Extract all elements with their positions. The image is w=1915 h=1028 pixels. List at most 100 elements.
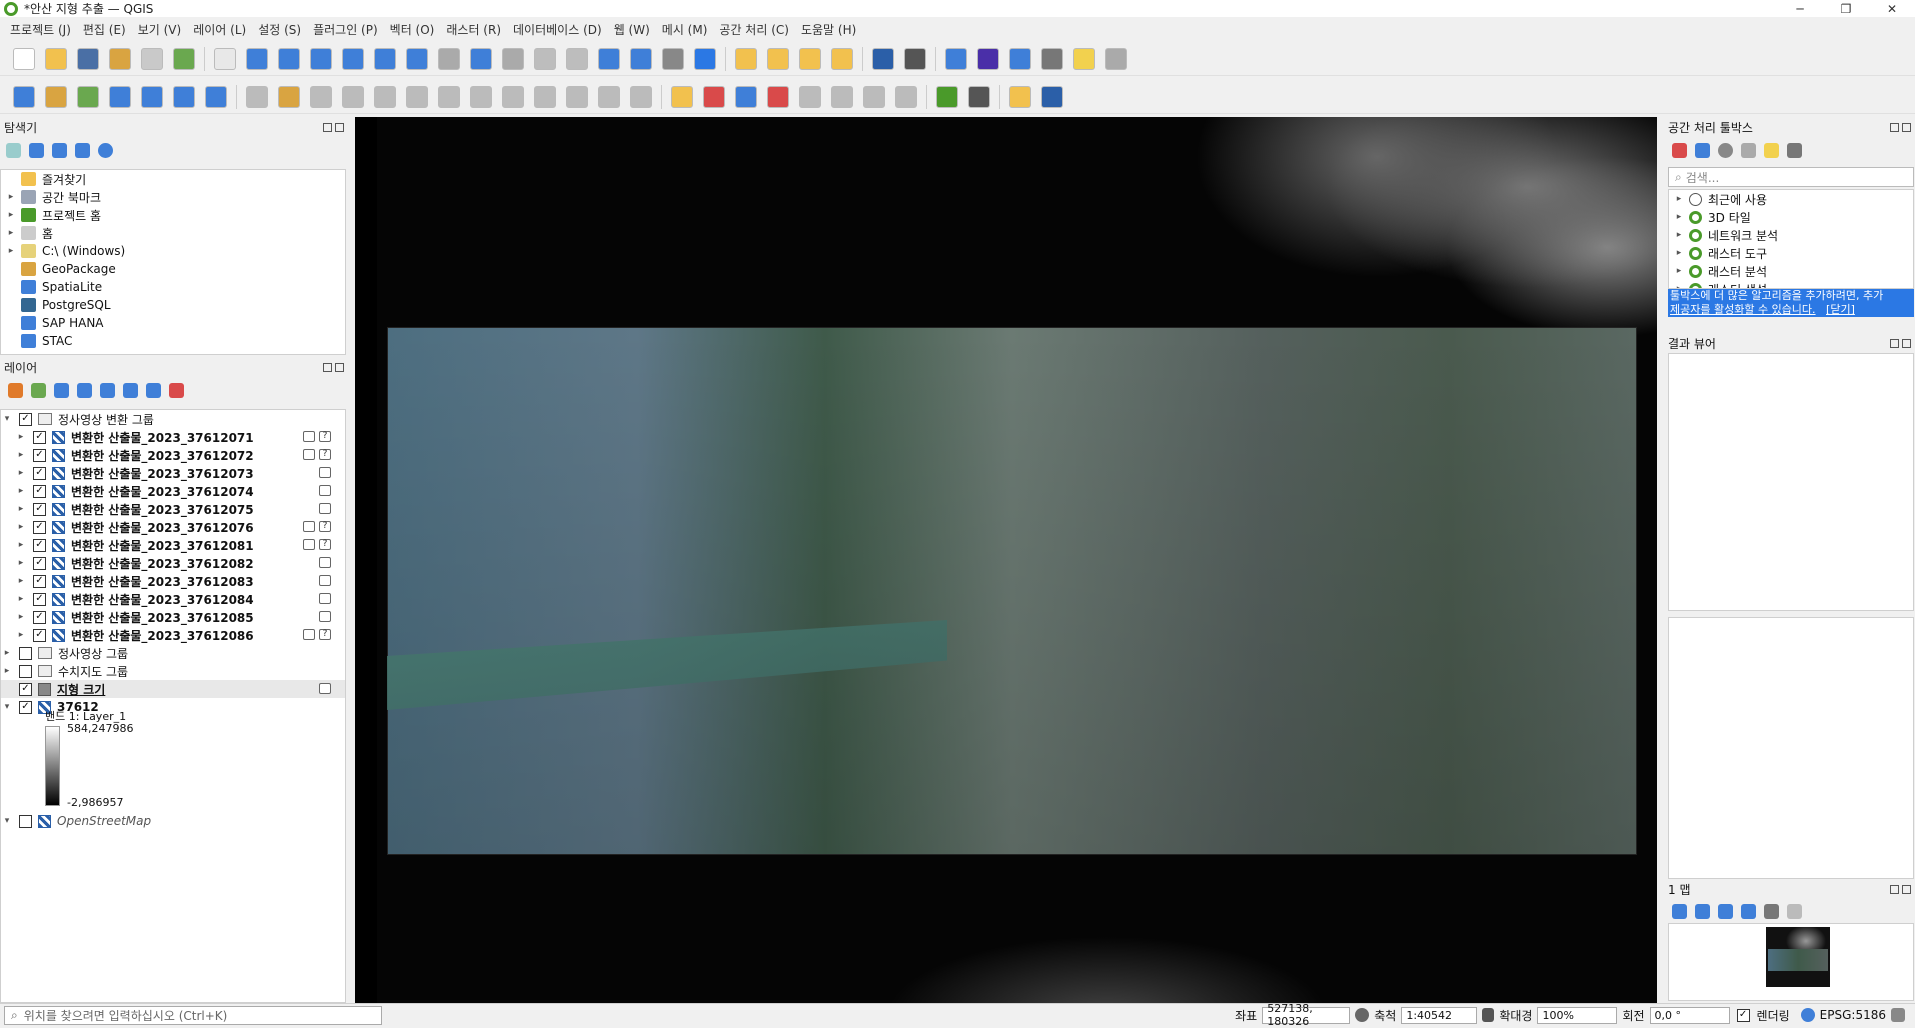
collapse-arrow-icon[interactable]: ▾ xyxy=(1,414,13,424)
toggle-edit-icon[interactable] xyxy=(278,85,300,108)
layers-tree[interactable]: ▾ ✓ 정사영상 변환 그룹 ▸ ✓ 변환한 산출물_2023_37612071? ▸… xyxy=(0,409,346,1003)
group-visibility-checkbox[interactable] xyxy=(19,646,32,660)
identify-icon[interactable] xyxy=(872,47,894,70)
redo-icon[interactable] xyxy=(630,85,652,108)
select-feature-icon[interactable] xyxy=(735,47,757,70)
zoom-full-icon[interactable] xyxy=(342,47,364,70)
panel-float-button[interactable] xyxy=(1890,338,1899,348)
zoom-layer-icon[interactable] xyxy=(406,47,428,70)
copy-icon[interactable] xyxy=(534,85,556,108)
locate-icon[interactable] xyxy=(1105,47,1127,70)
new-project-icon[interactable] xyxy=(13,47,35,70)
layer-item[interactable]: ▸ ✓ 변환한 산출물_2023_37612081? xyxy=(1,536,345,554)
layer-styling-icon[interactable] xyxy=(8,382,23,398)
layer-group-numeric-map[interactable]: ▸ 수치지도 그룹 xyxy=(1,662,345,680)
results-viewer-list[interactable] xyxy=(1668,353,1914,611)
expand-arrow-icon[interactable]: ▸ xyxy=(15,432,27,442)
unknown-crs-indicator-icon[interactable]: ? xyxy=(319,539,331,550)
render-checkbox[interactable]: ✓ xyxy=(1736,1008,1750,1022)
history-icon[interactable] xyxy=(1718,142,1733,158)
label-icon[interactable] xyxy=(671,85,693,108)
browser-item[interactable]: SpatiaLite xyxy=(1,278,345,296)
bookmark-new-icon[interactable] xyxy=(598,47,620,70)
save-edits-icon[interactable] xyxy=(310,85,332,108)
python-scripts-icon[interactable] xyxy=(1695,142,1710,158)
layer-item[interactable]: ▸ ✓ 변환한 산출물_2023_37612084 xyxy=(1,590,345,608)
zoom-next-icon[interactable] xyxy=(502,47,524,70)
crs-button[interactable]: EPSG:5186 xyxy=(1820,1008,1886,1022)
group-visibility-checkbox[interactable]: ✓ xyxy=(19,412,32,426)
expand-arrow-icon[interactable]: ▸ xyxy=(1,648,13,658)
cut-icon[interactable] xyxy=(502,85,524,108)
unknown-crs-indicator-icon[interactable]: ? xyxy=(319,629,331,640)
maximize-button[interactable]: ❐ xyxy=(1823,2,1869,16)
browser-item[interactable]: ▸ C:\ (Windows) xyxy=(1,242,345,260)
group-visibility-checkbox[interactable] xyxy=(19,664,32,678)
table-icon[interactable] xyxy=(1009,47,1031,70)
modify-attributes-icon[interactable] xyxy=(438,85,460,108)
label-pin-icon[interactable] xyxy=(735,85,757,108)
new-temp-layer-icon[interactable] xyxy=(141,85,163,108)
close-button[interactable]: ✕ xyxy=(1869,2,1915,16)
info-icon[interactable] xyxy=(98,142,113,158)
browser-tree[interactable]: 즐겨찾기 ▸ 공간 북마크 ▸ 프로젝트 홈 ▸ 홈 ▸ C:\ (Windows) GeoPac… xyxy=(0,169,346,355)
zoom-selection-icon[interactable] xyxy=(1695,903,1710,919)
expand-arrow-icon[interactable]: ▸ xyxy=(15,594,27,604)
expand-arrow-icon[interactable]: ▸ xyxy=(15,612,27,622)
menu-item[interactable]: 공간 처리 (C) xyxy=(719,21,789,38)
menu-item[interactable]: 도움말 (H) xyxy=(801,21,856,38)
new-map-view-icon[interactable] xyxy=(534,47,556,70)
algorithm-group[interactable]: ▸ 최근에 사용 xyxy=(1669,190,1913,208)
delete-icon[interactable] xyxy=(470,85,492,108)
unknown-crs-indicator-icon[interactable]: ? xyxy=(319,521,331,532)
expand-all-icon[interactable] xyxy=(123,382,138,398)
add-vector-icon[interactable] xyxy=(205,85,227,108)
models-icon[interactable] xyxy=(1672,142,1687,158)
algorithm-group[interactable]: ▸ 래스터 분석 xyxy=(1669,262,1913,280)
panel-float-button[interactable] xyxy=(323,362,332,372)
expand-arrow-icon[interactable]: ▸ xyxy=(1,192,21,202)
algorithm-group[interactable]: ▸ 래스터 도구 xyxy=(1669,244,1913,262)
layer-item[interactable]: ▸ ✓ 변환한 산출물_2023_37612074 xyxy=(1,482,345,500)
add-feature-icon[interactable] xyxy=(342,85,364,108)
embedded-indicator-icon[interactable] xyxy=(319,467,331,478)
layer-visibility-checkbox[interactable]: ✓ xyxy=(19,700,32,714)
panel-close-button[interactable] xyxy=(1902,122,1911,132)
gdal-icon[interactable] xyxy=(936,85,958,108)
lock-scale-icon[interactable] xyxy=(1482,1008,1495,1022)
menu-item[interactable]: 레이어 (L) xyxy=(193,21,246,38)
grass-icon[interactable] xyxy=(968,85,990,108)
minimize-button[interactable]: ─ xyxy=(1777,2,1823,16)
expand-arrow-icon[interactable]: ▸ xyxy=(15,486,27,496)
collapse-all-icon[interactable] xyxy=(75,142,90,158)
map-theme-icon[interactable] xyxy=(1787,903,1802,919)
layer-group-ortho[interactable]: ▸ 정사영상 그룹 xyxy=(1,644,345,662)
zoom-native-icon[interactable] xyxy=(438,47,460,70)
remove-layer-icon[interactable] xyxy=(169,382,184,398)
algorithm-tree[interactable]: ▸ 최근에 사용 ▸ 3D 타일 ▸ 네트워크 분석 ▸ 래스터 도구 ▸ 래스터 분석▸래스터 … xyxy=(1668,189,1914,289)
add-group-icon[interactable] xyxy=(31,382,46,398)
new-shapefile-icon[interactable] xyxy=(77,85,99,108)
filter-legend-icon[interactable] xyxy=(77,382,92,398)
zoom-in-icon[interactable] xyxy=(278,47,300,70)
layer-visibility-checkbox[interactable]: ✓ xyxy=(33,466,46,480)
info-line-2[interactable]: 제공자를 활성화할 수 있습니다. xyxy=(1670,303,1816,316)
new-geopackage-icon[interactable] xyxy=(45,85,67,108)
expand-arrow-icon[interactable]: ▸ xyxy=(15,630,27,640)
browser-item[interactable]: ▸ 공간 북마크 xyxy=(1,188,345,206)
browser-item[interactable]: GeoPackage xyxy=(1,260,345,278)
info-close-link[interactable]: [닫기] xyxy=(1826,303,1855,316)
embedded-indicator-icon[interactable] xyxy=(319,683,331,694)
settings-icon[interactable] xyxy=(1764,903,1779,919)
panel-float-button[interactable] xyxy=(1890,884,1899,894)
layer-visibility-checkbox[interactable]: ✓ xyxy=(33,484,46,498)
vertex-tool-icon[interactable] xyxy=(374,85,396,108)
help-icon[interactable] xyxy=(1041,85,1063,108)
expand-arrow-icon[interactable]: ▸ xyxy=(1,666,13,676)
new-print-layout-icon[interactable] xyxy=(109,47,131,70)
zoom-last-icon[interactable] xyxy=(470,47,492,70)
layer-item[interactable]: ▸ ✓ 변환한 산출물_2023_37612075 xyxy=(1,500,345,518)
processing-settings-icon[interactable] xyxy=(945,47,967,70)
expand-arrow-icon[interactable]: ▸ xyxy=(15,558,27,568)
layer-group-ortho-converted[interactable]: ▾ ✓ 정사영상 변환 그룹 xyxy=(1,410,345,428)
